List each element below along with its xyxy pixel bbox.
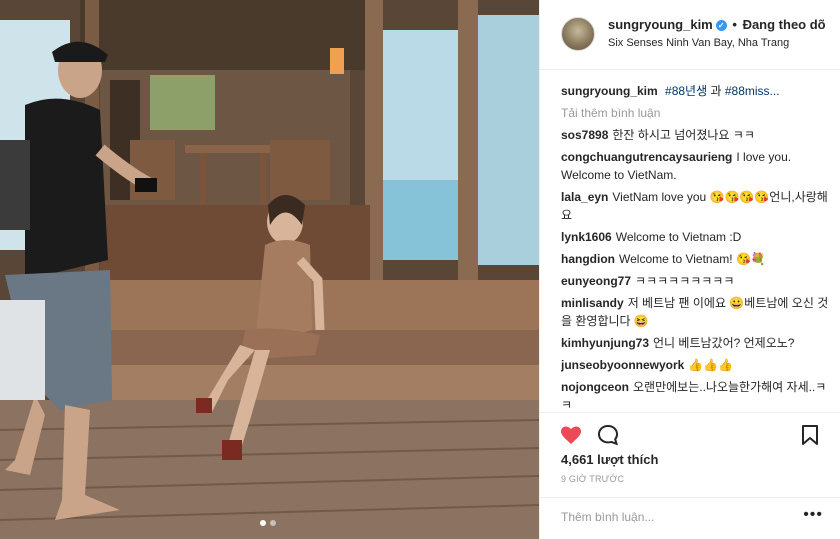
header-user-line: sungryoung_kim ✓ • Đang theo dõ [608, 17, 826, 32]
comment-row: sos7898 한잔 하시고 넘어졌나요 ㅋㅋ [561, 126, 829, 144]
comment-username[interactable]: hangdion [561, 252, 615, 266]
comment-text: ㅋㅋㅋㅋㅋㅋㅋㅋㅋ [635, 274, 735, 288]
post-timestamp[interactable]: 9 GIỜ TRƯỚC [561, 474, 624, 484]
comment-row: lynk1606 Welcome to Vietnam :D [561, 228, 829, 246]
comment-username[interactable]: junseobyoonnewyork [561, 358, 684, 372]
comment-username[interactable]: kimhyunjung73 [561, 336, 649, 350]
separator-dot: • [732, 17, 737, 32]
caption: sungryoung_kim #88년생 과 #88miss... [561, 82, 829, 100]
avatar[interactable] [561, 17, 595, 51]
comment-row: hangdion Welcome to Vietnam! 😘💐 [561, 250, 829, 268]
comment-username[interactable]: sos7898 [561, 128, 608, 142]
load-more-comments[interactable]: Tải thêm bình luận [561, 104, 829, 122]
location-link[interactable]: Six Senses Ninh Van Bay, Nha Trang [608, 37, 789, 49]
comment-text: Welcome to Vietnam! 😘💐 [619, 252, 766, 266]
caption-username[interactable]: sungryoung_kim [561, 84, 658, 98]
hashtag-link[interactable]: #88년생 [665, 84, 707, 98]
comment-row: lala_eyn VietNam love you 😘😘😘😘언니,사랑해요 [561, 188, 829, 224]
speech-bubble-icon[interactable] [596, 423, 620, 447]
comment-row: nojongceon 오랜만에보는..나오늘한가해여 자세..ㅋㅋ [561, 378, 829, 410]
caption-connector: 과 [710, 84, 722, 98]
comment-row: kimhyunjung73 언니 베트남갔어? 언제오노? [561, 334, 829, 352]
comment-username[interactable]: minlisandy [561, 296, 624, 310]
hashtag-link[interactable]: #88miss... [725, 84, 780, 98]
heart-icon[interactable] [559, 423, 583, 447]
comment-username[interactable]: nojongceon [561, 380, 629, 394]
comment-username[interactable]: lala_eyn [561, 190, 608, 204]
add-comment-bar: Thêm bình luận... ••• [540, 497, 840, 539]
comment-input[interactable]: Thêm bình luận... [561, 510, 654, 524]
following-button[interactable]: Đang theo dõ [743, 17, 826, 32]
comment-row: junseobyoonnewyork 👍👍👍 [561, 356, 829, 374]
post-side-panel: sungryoung_kim ✓ • Đang theo dõ Six Sense… [539, 0, 840, 539]
header-username[interactable]: sungryoung_kim [608, 17, 713, 32]
comment-row: congchuangutrencaysaurieng I love you. We… [561, 148, 829, 184]
action-bar: 4,661 lượt thích 9 GIỜ TRƯỚC [540, 412, 840, 497]
comment-username[interactable]: eunyeong77 [561, 274, 631, 288]
comment-username[interactable]: lynk1606 [561, 230, 612, 244]
comment-text: 언니 베트남갔어? 언제오노? [653, 336, 795, 350]
post-photo[interactable] [0, 0, 539, 539]
comment-row: eunyeong77 ㅋㅋㅋㅋㅋㅋㅋㅋㅋ [561, 272, 829, 290]
comment-row: minlisandy 저 베트남 팬 이에요 😀베트남에 오신 것을 환영합니다 … [561, 294, 829, 330]
more-options-icon[interactable]: ••• [803, 506, 823, 524]
carousel-dot[interactable] [270, 520, 276, 526]
bookmark-icon[interactable] [798, 423, 822, 447]
verified-badge-icon: ✓ [715, 20, 727, 31]
comment-username[interactable]: congchuangutrencaysaurieng [561, 150, 732, 164]
post-header: sungryoung_kim ✓ • Đang theo dõ Six Sense… [540, 0, 840, 70]
comment-text: 👍👍👍 [688, 358, 734, 372]
comments-list: sungryoung_kim #88년생 과 #88miss... Tải th… [561, 82, 829, 410]
carousel-dots [260, 520, 276, 526]
comment-text: Welcome to Vietnam :D [615, 230, 742, 244]
photo-illustration [0, 0, 539, 539]
comment-text: 한잔 하시고 넘어졌나요 ㅋㅋ [612, 128, 755, 142]
like-count[interactable]: 4,661 lượt thích [561, 452, 658, 467]
carousel-dot[interactable] [260, 520, 266, 526]
